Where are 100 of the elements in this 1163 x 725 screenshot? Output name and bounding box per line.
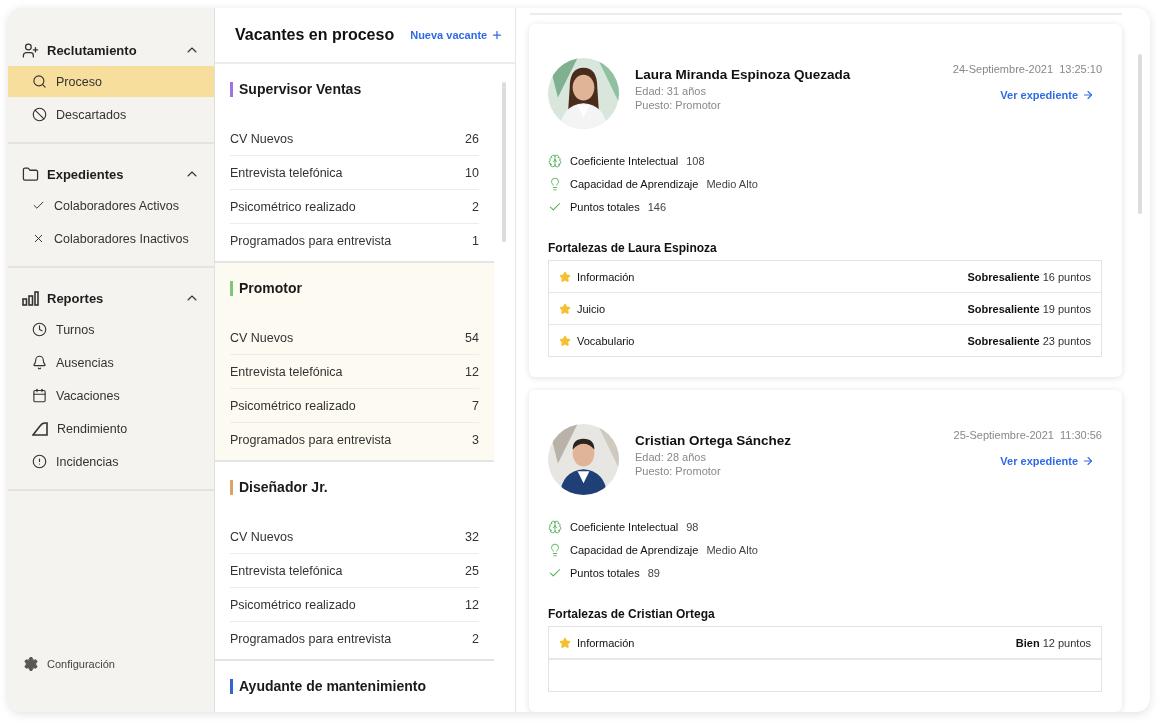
brain-icon [548,519,562,534]
sidebar-item[interactable]: Turnos [8,314,214,345]
stage-count: 1 [472,233,479,248]
stage-count: 26 [465,131,479,146]
alert-icon [32,454,47,469]
clock-icon [32,322,47,337]
sidebar-item[interactable]: Descartados [8,99,214,130]
stat-value: Medio Alto [706,177,758,190]
strength-rating: Sobresaliente 23 puntos [967,334,1091,347]
star-icon [559,270,571,283]
stage-count: 2 [472,199,479,214]
candidate-position: Puesto: Promotor [635,465,722,477]
strength-label: Información [577,270,635,283]
calendar-icon [32,388,47,403]
strength-rating: Bien 12 puntos [1015,636,1091,649]
strength-label: Vocabulario [577,334,635,347]
stage-label: CV Nuevos [230,529,294,544]
forbidden-icon [32,107,47,122]
strength-label: Juicio [577,302,606,315]
sidebar-item[interactable]: Colaboradores Activos [8,190,214,221]
star-icon [559,636,571,649]
star-icon [559,334,571,347]
scrollbar-thumb[interactable] [1138,54,1142,214]
stat-label: Puntos totales [570,566,640,579]
bar-chart-icon [22,290,39,306]
stat-label: Puntos totales [570,200,640,213]
stat-value: Medio Alto [706,543,758,556]
plus-icon [491,29,504,41]
section-header[interactable]: Expedientes [8,158,214,190]
stage-count: 32 [465,529,479,544]
stage-label: Entrevista telefónica [230,364,343,379]
stat-label: Coeficiente Intelectual [570,154,679,167]
section-header[interactable]: Reclutamiento [8,34,214,66]
arrow-right-icon [1082,455,1094,467]
stage-count: 7 [472,398,479,413]
stat-label: Capacidad de Aprendizaje [570,543,699,556]
stage-label: Programados para entrevista [230,233,392,248]
star-icon [559,302,571,315]
scrollbar-thumb[interactable] [502,82,506,242]
section-header[interactable]: Reportes [8,282,214,314]
candidate-name: Laura Miranda Espinoza Quezada [635,67,852,82]
add-user-icon [22,41,39,59]
arrow-right-icon [1082,89,1094,101]
timestamp: 24-Septiembre-2021 13:25:10 [952,63,1102,75]
sidebar-item[interactable]: Proceso [8,66,214,97]
stage-count: 12 [465,364,479,379]
search-icon [32,74,47,89]
settings-icon [23,656,39,672]
candidate-name: Cristian Ortega Sánchez [635,433,793,448]
stage-count: 12 [465,597,479,612]
timestamp: 25-Septiembre-2021 11:30:56 [953,429,1102,441]
stage-count: 3 [472,432,479,447]
vacancy-title: Supervisor Ventas [239,81,362,97]
close-icon [32,232,45,245]
strength-rating: Sobresaliente 16 puntos [967,270,1091,283]
candidate-age: Edad: 28 años [635,451,707,463]
strength-rating: Sobresaliente 19 puntos [967,302,1091,315]
sidebar-item[interactable]: Colaboradores Inactivos [8,223,214,254]
strength-label: Información [577,636,635,649]
candidate-age: Edad: 31 años [635,85,707,97]
sidebar-item[interactable]: Rendimiento [8,413,214,444]
stat-value: 108 [686,154,705,167]
stage-label: CV Nuevos [230,131,294,146]
stage-label: Programados para entrevista [230,631,392,646]
stage-count: 25 [465,563,479,578]
stage-count: 54 [465,330,479,345]
strengths-title: Fortalezas de Cristian Ortega [548,607,716,621]
view-file-link[interactable]: Ver expediente [1000,455,1094,467]
folder-icon [22,165,39,183]
stage-label: Psicométrico realizado [230,398,356,413]
view-file-link[interactable]: Ver expediente [1000,89,1094,101]
stage-label: CV Nuevos [230,330,294,345]
check-icon [32,199,45,212]
stage-label: Programados para entrevista [230,432,392,447]
stat-value: 89 [647,566,660,579]
new-vacancy-button[interactable]: Nueva vacante [410,29,504,41]
stat-value: 146 [647,200,667,213]
ramp-icon [32,421,48,436]
vacancy-title: Promotor [239,280,302,296]
stage-count: 2 [472,631,479,646]
stage-label: Entrevista telefónica [230,563,343,578]
lightbulb-icon [548,176,562,191]
sidebar-item[interactable]: Ausencias [8,347,214,378]
stage-count: 10 [465,165,479,180]
stage-label: Psicométrico realizado [230,597,356,612]
settings-link[interactable]: Configuración [8,656,214,672]
lightbulb-icon [548,542,562,557]
panel-title: Vacantes en proceso [235,26,395,44]
brain-icon [548,153,562,168]
stage-label: Psicométrico realizado [230,199,356,214]
sidebar-item[interactable]: Vacaciones [8,380,214,411]
sidebar-item[interactable]: Incidencias [8,446,214,477]
stat-label: Coeficiente Intelectual [570,520,679,533]
vacancy-card[interactable]: Promotor CV Nuevos 54 Entrevista telefónica 12 Psicométrico realizado 7 Programados para entrevista 3 [215,263,494,462]
vacancy-title: Diseñador Jr. [239,479,328,495]
stat-label: Capacidad de Aprendizaje [570,177,699,190]
candidate-position: Puesto: Promotor [635,99,722,111]
bell-icon [32,355,47,370]
stage-label: Entrevista telefónica [230,165,343,180]
strengths-title: Fortalezas de Laura Espinoza [548,241,718,255]
